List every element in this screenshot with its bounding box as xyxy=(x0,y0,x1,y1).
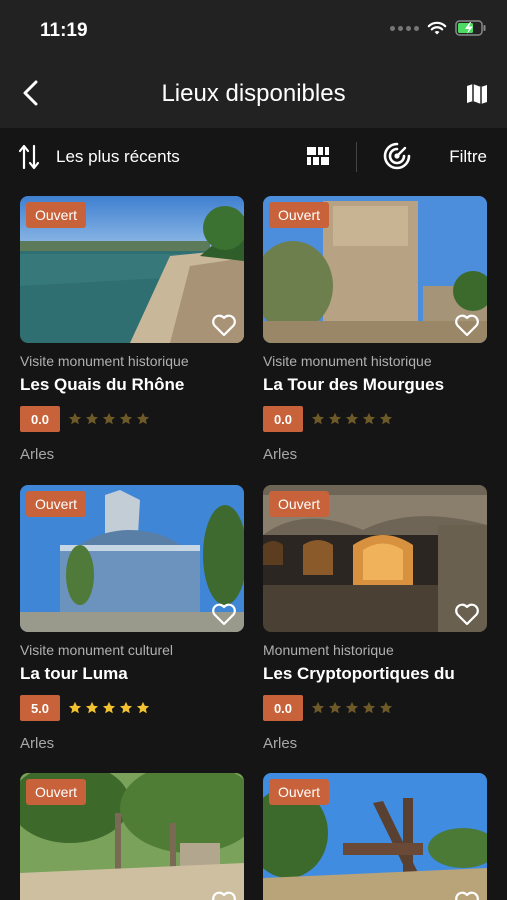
rating-row: 5.0 xyxy=(20,695,244,721)
star-icon xyxy=(119,701,133,714)
star-icon xyxy=(328,412,342,425)
status-bar: 11:19 xyxy=(0,0,507,62)
sort-arrows-icon xyxy=(18,144,40,170)
nav-bar: Lieux disponibles xyxy=(0,62,507,128)
star-icon xyxy=(379,701,393,714)
place-city: Arles xyxy=(263,735,298,752)
star-icon xyxy=(68,701,82,714)
place-photo: Ouvert xyxy=(263,485,487,632)
star-icon xyxy=(379,412,393,425)
signal-icon xyxy=(390,25,419,31)
map-button[interactable] xyxy=(461,78,493,110)
heart-icon[interactable] xyxy=(454,602,480,626)
place-card[interactable]: Ouvert Monument historique Les Cryptopor… xyxy=(263,485,487,752)
place-city: Arles xyxy=(263,446,298,463)
place-name: Les Cryptoportiques du xyxy=(263,664,455,683)
status-icons xyxy=(390,20,487,36)
open-badge: Ouvert xyxy=(26,491,87,517)
place-category: Visite monument historique xyxy=(263,353,432,369)
sort-button[interactable]: Les plus récents xyxy=(18,142,180,172)
place-category: Visite monument culturel xyxy=(20,642,174,658)
star-rating xyxy=(311,701,393,715)
star-icon xyxy=(328,701,342,714)
sort-label: Les plus récents xyxy=(56,147,180,166)
rating-score: 5.0 xyxy=(20,695,60,721)
star-icon xyxy=(85,701,99,714)
star-icon xyxy=(68,412,82,425)
place-photo: Ouvert xyxy=(263,196,487,343)
rating-row: 0.0 xyxy=(263,695,487,721)
star-icon xyxy=(345,412,359,425)
status-time: 11:19 xyxy=(40,20,88,41)
place-name: La tour Luma xyxy=(20,664,128,683)
place-card[interactable]: Ouvert xyxy=(263,773,487,900)
rating-score: 0.0 xyxy=(263,695,303,721)
wifi-icon xyxy=(427,21,447,35)
star-rating xyxy=(68,701,150,715)
open-badge: Ouvert xyxy=(269,202,330,228)
place-card[interactable]: Ouvert Visite monument culturel La tour … xyxy=(20,485,244,752)
open-badge: Ouvert xyxy=(26,779,87,805)
heart-icon[interactable] xyxy=(454,313,480,337)
star-icon xyxy=(85,412,99,425)
star-icon xyxy=(102,701,116,714)
star-rating xyxy=(68,412,150,426)
open-badge: Ouvert xyxy=(269,491,330,517)
star-icon xyxy=(102,412,116,425)
rating-score: 0.0 xyxy=(20,406,60,432)
battery-charging-icon xyxy=(455,20,486,36)
rating-score: 0.0 xyxy=(263,406,303,432)
heart-icon[interactable] xyxy=(211,313,237,337)
places-grid: Ouvert Visite monument historique Les Qu… xyxy=(0,188,507,900)
place-photo: Ouvert xyxy=(20,196,244,343)
place-city: Arles xyxy=(20,735,55,752)
star-icon xyxy=(362,412,376,425)
star-icon xyxy=(136,412,150,425)
star-rating xyxy=(311,412,393,426)
rating-row: 0.0 xyxy=(20,406,244,432)
page-title: Lieux disponibles xyxy=(161,80,346,107)
heart-icon[interactable] xyxy=(454,890,480,900)
star-icon xyxy=(119,412,133,425)
place-card[interactable]: Ouvert xyxy=(20,773,244,900)
place-city: Arles xyxy=(20,446,55,463)
filter-bar: Les plus récents Filtre xyxy=(0,128,507,188)
star-icon xyxy=(362,701,376,714)
open-badge: Ouvert xyxy=(269,779,330,805)
place-name: Les Quais du Rhône xyxy=(20,375,185,394)
place-category: Visite monument historique xyxy=(20,353,189,369)
heart-icon[interactable] xyxy=(211,602,237,626)
star-icon xyxy=(311,412,325,425)
place-photo: Ouvert xyxy=(263,773,487,900)
place-photo: Ouvert xyxy=(20,485,244,632)
place-photo: Ouvert xyxy=(20,773,244,900)
place-category: Monument historique xyxy=(263,642,394,658)
place-card[interactable]: Ouvert Visite monument historique Les Qu… xyxy=(20,196,244,463)
rating-row: 0.0 xyxy=(263,406,487,432)
radar-icon[interactable] xyxy=(383,142,411,170)
place-card[interactable]: Ouvert Visite monument historique La Tou… xyxy=(263,196,487,463)
place-name: La Tour des Mourgues xyxy=(263,375,445,394)
star-icon xyxy=(311,701,325,714)
star-icon xyxy=(136,701,150,714)
heart-icon[interactable] xyxy=(211,890,237,900)
grid-view-icon[interactable] xyxy=(306,144,330,168)
map-icon xyxy=(467,84,487,104)
open-badge: Ouvert xyxy=(26,202,87,228)
filter-button[interactable]: Filtre xyxy=(449,147,487,167)
toolbar-divider xyxy=(356,142,357,172)
star-icon xyxy=(345,701,359,714)
